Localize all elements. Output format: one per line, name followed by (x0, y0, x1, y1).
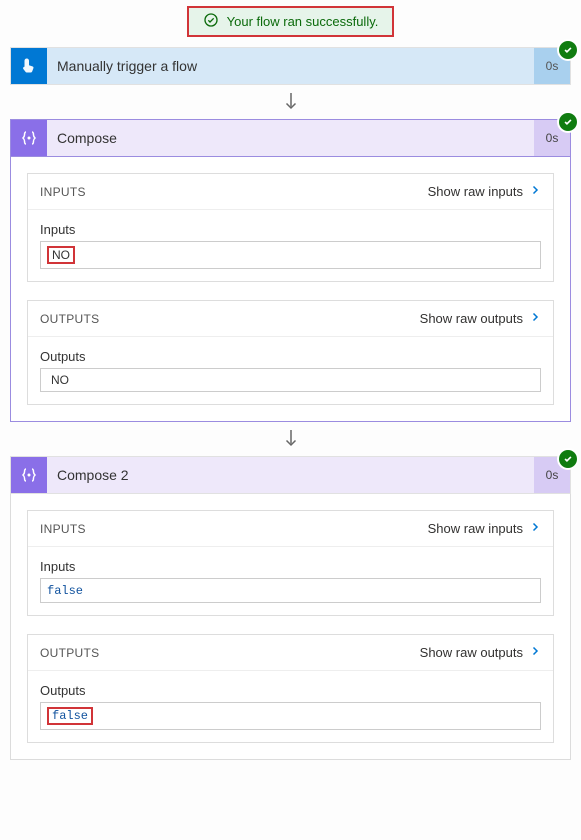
show-raw-inputs-link[interactable]: Show raw inputs (428, 184, 541, 199)
outputs-field-label: Outputs (40, 683, 541, 698)
success-banner-text: Your flow ran successfully. (227, 14, 379, 29)
outputs-header-label: OUTPUTS (40, 646, 99, 660)
compose-title: Compose (47, 130, 534, 146)
inputs-section: INPUTS Show raw inputs Inputs NO (27, 173, 554, 282)
success-badge-icon (559, 113, 577, 131)
inputs-field-label: Inputs (40, 559, 541, 574)
show-raw-outputs-link[interactable]: Show raw outputs (420, 645, 541, 660)
show-raw-outputs-link[interactable]: Show raw outputs (420, 311, 541, 326)
show-raw-inputs-text: Show raw inputs (428, 521, 523, 536)
chevron-right-icon (529, 311, 541, 326)
inputs-value: false (47, 584, 83, 598)
inputs-field-label: Inputs (40, 222, 541, 237)
inputs-value: NO (47, 246, 75, 264)
flow-arrow-icon (10, 422, 571, 456)
chevron-right-icon (529, 645, 541, 660)
chevron-right-icon (529, 184, 541, 199)
show-raw-outputs-text: Show raw outputs (420, 645, 523, 660)
outputs-value: false (47, 707, 93, 725)
success-banner: Your flow ran successfully. (187, 6, 395, 37)
outputs-section: OUTPUTS Show raw outputs Outputs false (27, 634, 554, 743)
trigger-card[interactable]: Manually trigger a flow 0s (10, 47, 571, 85)
show-raw-outputs-text: Show raw outputs (420, 311, 523, 326)
inputs-header-label: INPUTS (40, 185, 86, 199)
success-badge-icon (559, 450, 577, 468)
outputs-value-box: NO (40, 368, 541, 392)
trigger-title: Manually trigger a flow (47, 58, 534, 74)
outputs-header-label: OUTPUTS (40, 312, 99, 326)
flow-arrow-icon (10, 85, 571, 119)
inputs-value-box: false (40, 578, 541, 603)
show-raw-inputs-text: Show raw inputs (428, 184, 523, 199)
compose2-body: INPUTS Show raw inputs Inputs false OUTP… (10, 494, 571, 760)
outputs-field-label: Outputs (40, 349, 541, 364)
inputs-header-label: INPUTS (40, 522, 86, 536)
chevron-right-icon (529, 521, 541, 536)
inputs-value-box: NO (40, 241, 541, 269)
outputs-value: NO (47, 373, 69, 387)
show-raw-inputs-link[interactable]: Show raw inputs (428, 521, 541, 536)
compose2-card[interactable]: Compose 2 0s (10, 456, 571, 494)
brackets-icon (11, 120, 47, 156)
compose-body: INPUTS Show raw inputs Inputs NO OUTPUTS (10, 157, 571, 422)
brackets-icon (11, 457, 47, 493)
success-badge-icon (559, 41, 577, 59)
check-circle-icon (203, 12, 219, 31)
inputs-section: INPUTS Show raw inputs Inputs false (27, 510, 554, 616)
outputs-section: OUTPUTS Show raw outputs Outputs NO (27, 300, 554, 405)
compose-card[interactable]: Compose 0s (10, 119, 571, 157)
touch-icon (11, 48, 47, 84)
outputs-value-box: false (40, 702, 541, 730)
compose2-title: Compose 2 (47, 467, 534, 483)
